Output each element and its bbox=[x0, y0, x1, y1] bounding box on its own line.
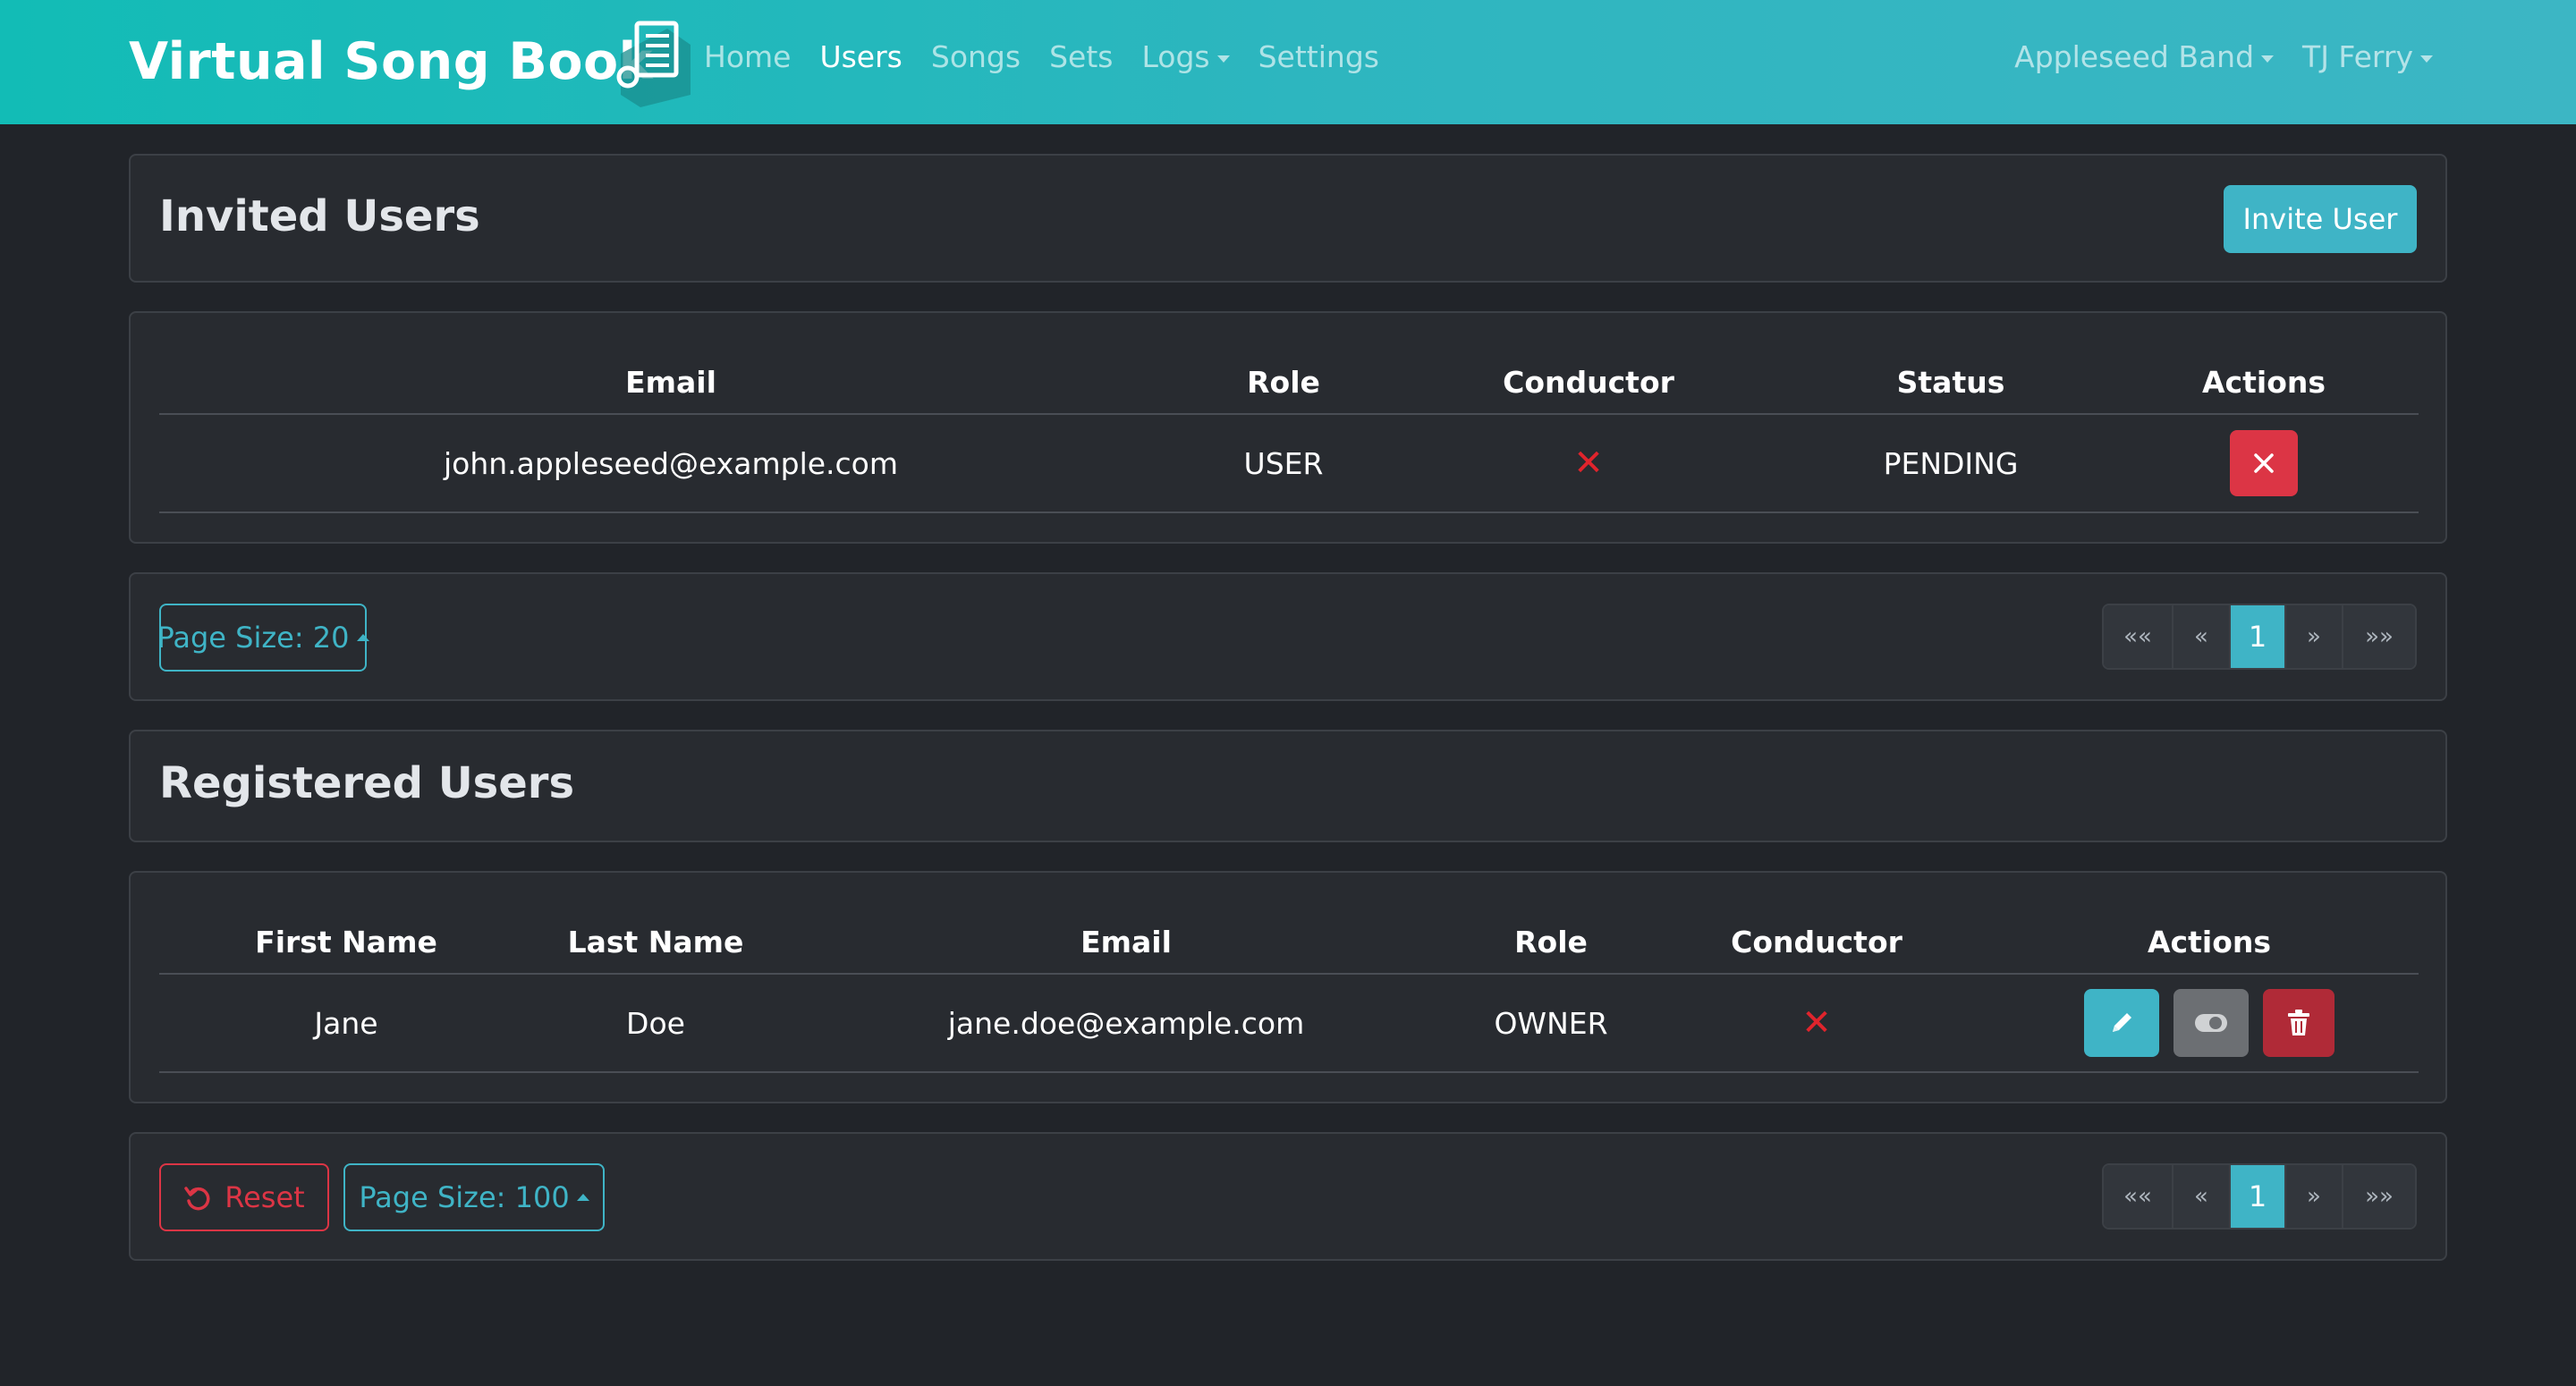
col-role[interactable]: Role bbox=[1514, 910, 1588, 973]
nav-users[interactable]: Users bbox=[819, 39, 902, 74]
table-header: Email Role Conductor Status Actions bbox=[159, 351, 2419, 415]
actions-cell bbox=[2230, 415, 2298, 511]
user-email: jane.doe@example.com bbox=[947, 1005, 1305, 1041]
user-role: OWNER bbox=[1494, 1005, 1608, 1041]
page-size-dropdown[interactable]: Page Size: 100 bbox=[343, 1163, 605, 1231]
pagination: «« « 1 » »» bbox=[2102, 1163, 2417, 1230]
caret-down-icon bbox=[2261, 55, 2275, 63]
nav-songs[interactable]: Songs bbox=[931, 39, 1021, 74]
table-row: Jane Doe jane.doe@example.com OWNER ✕ bbox=[159, 975, 2419, 1073]
col-email[interactable]: Email bbox=[1080, 910, 1172, 973]
user-dropdown[interactable]: TJ Ferry bbox=[2302, 39, 2433, 74]
invited-email: john.appleseed@example.com bbox=[443, 445, 899, 481]
invited-users-table: Email Role Conductor Status Actions john… bbox=[129, 311, 2447, 544]
next-page-button[interactable]: » bbox=[2286, 1165, 2343, 1228]
page-size-label: Page Size: 100 bbox=[359, 1180, 570, 1214]
song-book-icon bbox=[616, 21, 691, 107]
last-page-button[interactable]: »» bbox=[2343, 605, 2415, 668]
registered-users-header: Registered Users bbox=[129, 730, 2447, 842]
close-icon bbox=[2254, 453, 2274, 473]
registered-users-table: First Name Last Name Email Role Conducto… bbox=[129, 871, 2447, 1103]
page-1-button[interactable]: 1 bbox=[2231, 605, 2286, 668]
col-actions: Actions bbox=[2202, 364, 2326, 400]
invited-pagination-bar: Page Size: 20 «« « 1 » »» bbox=[129, 572, 2447, 701]
user-last-name: Doe bbox=[626, 1005, 685, 1041]
reset-label: Reset bbox=[225, 1180, 305, 1214]
toggle-user-button[interactable] bbox=[2174, 989, 2249, 1057]
page-size-dropdown[interactable]: Page Size: 20 bbox=[157, 604, 369, 672]
user-first-name: Jane bbox=[314, 1005, 378, 1041]
caret-up-icon bbox=[576, 1194, 589, 1201]
table-row: john.appleseed@example.com USER ✕ PENDIN… bbox=[159, 415, 2419, 513]
invite-user-button[interactable]: Invite User bbox=[2224, 185, 2417, 253]
col-status[interactable]: Status bbox=[1897, 351, 2005, 413]
nav-logs-dropdown[interactable]: Logs bbox=[1141, 39, 1230, 74]
invited-role: USER bbox=[1243, 445, 1324, 481]
navbar: Virtual Song Book Home Users Songs Sets … bbox=[0, 0, 2576, 124]
conductor-false-icon: ✕ bbox=[1573, 443, 1604, 484]
invited-users-title: Invited Users bbox=[159, 191, 480, 241]
col-conductor[interactable]: Conductor bbox=[1731, 910, 1902, 973]
user-label: TJ Ferry bbox=[2302, 39, 2413, 74]
page-size-label: Page Size: 20 bbox=[157, 621, 350, 655]
edit-user-button[interactable] bbox=[2084, 989, 2159, 1057]
nav-logs-label: Logs bbox=[1141, 39, 1210, 74]
next-page-button[interactable]: » bbox=[2286, 605, 2343, 668]
prev-page-button[interactable]: « bbox=[2174, 1165, 2231, 1228]
col-conductor[interactable]: Conductor bbox=[1503, 351, 1674, 413]
nav-sets[interactable]: Sets bbox=[1049, 39, 1113, 74]
last-page-button[interactable]: »» bbox=[2343, 1165, 2415, 1228]
first-page-button[interactable]: «« bbox=[2104, 605, 2174, 668]
invited-status: PENDING bbox=[1883, 445, 2019, 481]
caret-up-icon bbox=[356, 634, 369, 641]
invited-users-header: Invited Users Invite User bbox=[129, 154, 2447, 283]
brand-title[interactable]: Virtual Song Book bbox=[129, 32, 653, 91]
table-header: First Name Last Name Email Role Conducto… bbox=[159, 910, 2419, 975]
caret-down-icon bbox=[1216, 55, 1230, 63]
band-dropdown[interactable]: Appleseed Band bbox=[2014, 39, 2275, 74]
prev-page-button[interactable]: « bbox=[2174, 605, 2231, 668]
registered-pagination-bar: Reset Page Size: 100 «« « 1 » »» bbox=[129, 1132, 2447, 1261]
nav-settings[interactable]: Settings bbox=[1258, 39, 1379, 74]
toggle-icon bbox=[2195, 1014, 2227, 1032]
col-role[interactable]: Role bbox=[1247, 351, 1320, 413]
pagination: «« « 1 » »» bbox=[2102, 604, 2417, 670]
trash-icon bbox=[2288, 1010, 2309, 1035]
caret-down-icon bbox=[2420, 55, 2433, 63]
first-page-button[interactable]: «« bbox=[2104, 1165, 2174, 1228]
nav-home[interactable]: Home bbox=[704, 39, 791, 74]
undo-icon bbox=[184, 1187, 210, 1211]
nav-right: Appleseed Band TJ Ferry bbox=[1986, 39, 2433, 74]
reset-button[interactable]: Reset bbox=[159, 1163, 329, 1231]
col-email[interactable]: Email bbox=[625, 351, 716, 413]
col-first-name[interactable]: First Name bbox=[255, 910, 437, 973]
conductor-false-icon: ✕ bbox=[1801, 1002, 1832, 1044]
col-actions: Actions bbox=[2148, 924, 2271, 959]
col-last-name[interactable]: Last Name bbox=[568, 910, 744, 973]
main-nav: Home Users Songs Sets Logs Settings bbox=[704, 39, 1408, 74]
band-label: Appleseed Band bbox=[2014, 39, 2255, 74]
actions-cell bbox=[2084, 975, 2334, 1071]
registered-users-title: Registered Users bbox=[159, 758, 575, 808]
pencil-icon bbox=[2113, 1013, 2131, 1032]
page-1-button[interactable]: 1 bbox=[2231, 1165, 2286, 1228]
delete-user-button[interactable] bbox=[2263, 989, 2334, 1057]
remove-invite-button[interactable] bbox=[2230, 430, 2298, 496]
